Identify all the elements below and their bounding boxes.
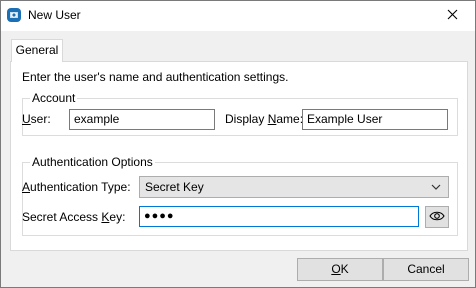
- tab-general[interactable]: General: [11, 39, 63, 62]
- title-bar: New User: [1, 1, 475, 31]
- authentication-group: Authentication Options Authentication Ty…: [22, 155, 458, 236]
- chevron-down-icon: [430, 181, 442, 193]
- display-name-label: Display Name:: [225, 112, 304, 126]
- eye-icon: [429, 210, 445, 225]
- authentication-group-label: Authentication Options: [30, 155, 155, 169]
- intro-text: Enter the user's name and authentication…: [22, 70, 289, 84]
- app-logo-icon: [6, 7, 22, 23]
- secret-access-key-field[interactable]: ●●●●: [139, 206, 419, 227]
- user-label: User:: [22, 112, 51, 126]
- user-field[interactable]: example: [69, 109, 215, 130]
- window-title: New User: [28, 8, 81, 22]
- close-button[interactable]: [429, 1, 475, 31]
- authentication-type-select[interactable]: Secret Key: [139, 176, 449, 198]
- authentication-type-value: Secret Key: [145, 180, 204, 194]
- new-user-dialog: New User General Enter the user's name a…: [0, 0, 476, 288]
- display-name-field[interactable]: Example User: [302, 109, 448, 130]
- account-group-label: Account: [30, 91, 78, 105]
- ok-button[interactable]: OK: [297, 258, 383, 281]
- general-panel: Enter the user's name and authentication…: [10, 61, 468, 251]
- close-icon: [447, 9, 458, 23]
- authentication-type-label: Authentication Type:: [22, 180, 131, 194]
- account-group: Account User: example Display Name: Exam…: [22, 91, 458, 136]
- secret-access-key-label: Secret Access Key:: [22, 210, 126, 224]
- reveal-secret-button[interactable]: [425, 206, 449, 228]
- cancel-button[interactable]: Cancel: [383, 258, 469, 281]
